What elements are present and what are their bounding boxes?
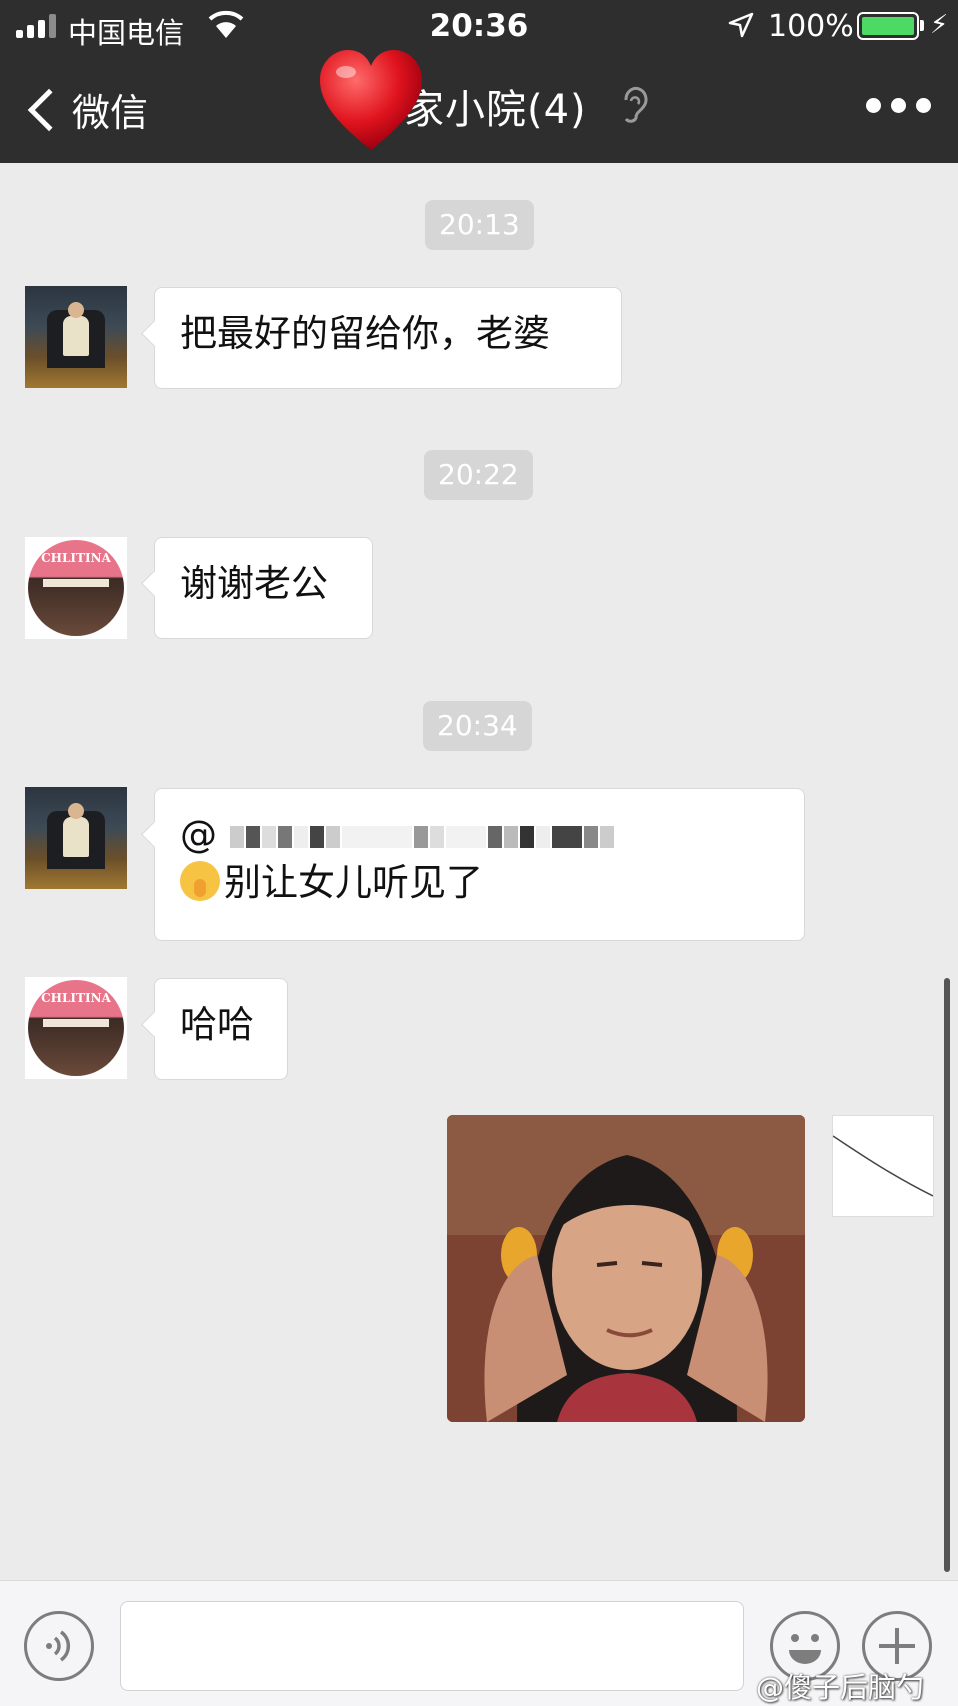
message-bubble[interactable]: 谢谢老公 <box>154 537 373 639</box>
watermark: @傻子后脑勺 <box>756 1671 925 1704</box>
mention-at: @ <box>180 813 217 856</box>
scrollbar[interactable] <box>944 978 950 1572</box>
mention-line: @ <box>180 811 779 859</box>
ear-icon <box>624 86 648 123</box>
timestamp: 20:22 <box>424 450 533 500</box>
shush-emoji-icon <box>180 861 220 901</box>
nav-bar: 微信 家小院(4) <box>0 50 958 163</box>
battery-percent: 100% <box>768 9 854 44</box>
top-bar: 中国电信 20:36 100% ⚡ 微信 家小院(4) <box>0 0 958 163</box>
timestamp: 20:13 <box>425 200 534 250</box>
avatar-sign-text: CHLITINA <box>41 991 111 1005</box>
avatar-sign-text: CHLITINA <box>41 551 111 565</box>
charging-bolt-icon: ⚡ <box>930 10 949 40</box>
avatar-man[interactable] <box>25 787 127 889</box>
message-text: 谢谢老公 <box>180 562 328 605</box>
message-text: 别让女儿听见了 <box>224 861 483 904</box>
timestamp: 20:34 <box>423 701 532 751</box>
avatar-man[interactable] <box>25 286 127 388</box>
avatar-woman[interactable]: CHLITINA <box>25 537 127 639</box>
message-text: 把最好的留给你，老婆 <box>180 312 550 355</box>
chevron-left-icon <box>27 88 71 131</box>
chat-title: 家小院(4) <box>404 87 587 133</box>
voice-icon <box>46 1630 71 1662</box>
message-input[interactable] <box>120 1601 744 1691</box>
message-bubble[interactable]: 把最好的留给你，老婆 <box>154 287 622 389</box>
location-arrow-icon <box>728 12 754 38</box>
message-text: 哈哈 <box>180 1003 254 1046</box>
message-bubble[interactable]: 哈哈 <box>154 978 288 1080</box>
message-bubble[interactable]: @ 别让女儿听见了 <box>154 788 805 941</box>
avatar-woman[interactable]: CHLITINA <box>25 977 127 1079</box>
more-button[interactable] <box>866 98 931 113</box>
battery-icon <box>857 12 919 40</box>
sticker-drawing <box>447 1115 805 1422</box>
back-label: 微信 <box>72 91 149 135</box>
heart-emoji-icon <box>320 50 422 150</box>
voice-button[interactable] <box>24 1611 94 1681</box>
my-avatar[interactable] <box>832 1115 934 1217</box>
sticker-image[interactable] <box>447 1115 805 1422</box>
status-bar: 中国电信 20:36 100% ⚡ <box>0 0 958 52</box>
back-button[interactable]: 微信 <box>22 82 148 137</box>
